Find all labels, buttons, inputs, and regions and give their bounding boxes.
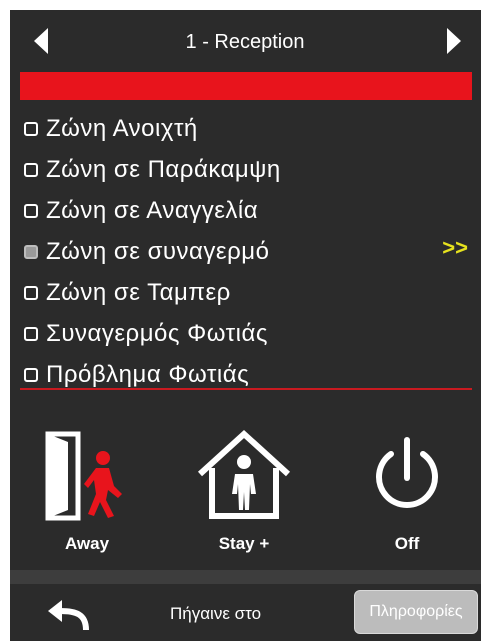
triangle-left-icon[interactable] [34,28,48,54]
status-label: Ζώνη σε Ταμπερ [46,278,231,306]
triangle-right-icon[interactable] [447,28,461,54]
zone-title: 1 - Reception [185,31,305,53]
stay-plus-label: Stay + [218,534,270,553]
checkbox-icon [24,285,38,300]
status-label: Ζώνη σε Αναγγελία [46,196,259,224]
status-item-tamper: Ζώνη σε Ταμπερ [24,272,474,313]
status-item-open: Ζώνη Ανοιχτή [24,108,474,149]
checkbox-icon [24,326,38,341]
back-arrow-icon[interactable] [46,600,92,632]
keypad-screen: 1 - Reception Ζώνη Ανοιχτή Ζώνη σε Παράκ… [10,10,481,641]
header: 1 - Reception [10,10,481,72]
away-label: Away [64,534,110,553]
status-item-fire-alarm: Συναγερμός Φωτιάς [24,313,474,354]
door-exit-person-icon [45,431,122,521]
goto-label: Πήγαινε στο [170,604,262,623]
checkbox-icon [24,203,38,218]
checkbox-icon [24,367,38,382]
power-icon [376,437,438,508]
more-details-link[interactable]: >> [442,235,468,261]
alarm-status-bar [20,72,472,100]
away-button[interactable]: Away [32,428,142,558]
footer-separator [10,570,481,584]
checkbox-checked-icon [24,244,38,259]
status-label: Ζώνη Ανοιχτή [46,114,198,142]
zone-status-list: Ζώνη Ανοιχτή Ζώνη σε Παράκαμψη Ζώνη σε Α… [24,108,474,395]
status-label: Ζώνη σε Παράκαμψη [46,155,281,183]
checkbox-icon [24,162,38,177]
stay-plus-button[interactable]: Stay + [189,428,299,558]
status-label: Πρόβλημα Φωτιάς [46,360,250,388]
status-item-bypass: Ζώνη σε Παράκαμψη [24,149,474,190]
house-person-icon [197,429,291,519]
checkbox-icon [24,121,38,136]
footer: Πήγαινε στο Πληροφορίες [10,584,481,641]
status-label: Ζώνη σε συναγερμό [46,237,270,265]
status-label: Συναγερμός Φωτιάς [46,319,268,347]
divider [20,388,472,390]
off-label: Off [394,534,420,553]
info-button[interactable]: Πληροφορίες [354,590,478,634]
off-button[interactable]: Off [352,428,462,558]
status-item-report: Ζώνη σε Αναγγελία [24,190,474,231]
status-item-alarm: Ζώνη σε συναγερμό >> [24,231,474,272]
